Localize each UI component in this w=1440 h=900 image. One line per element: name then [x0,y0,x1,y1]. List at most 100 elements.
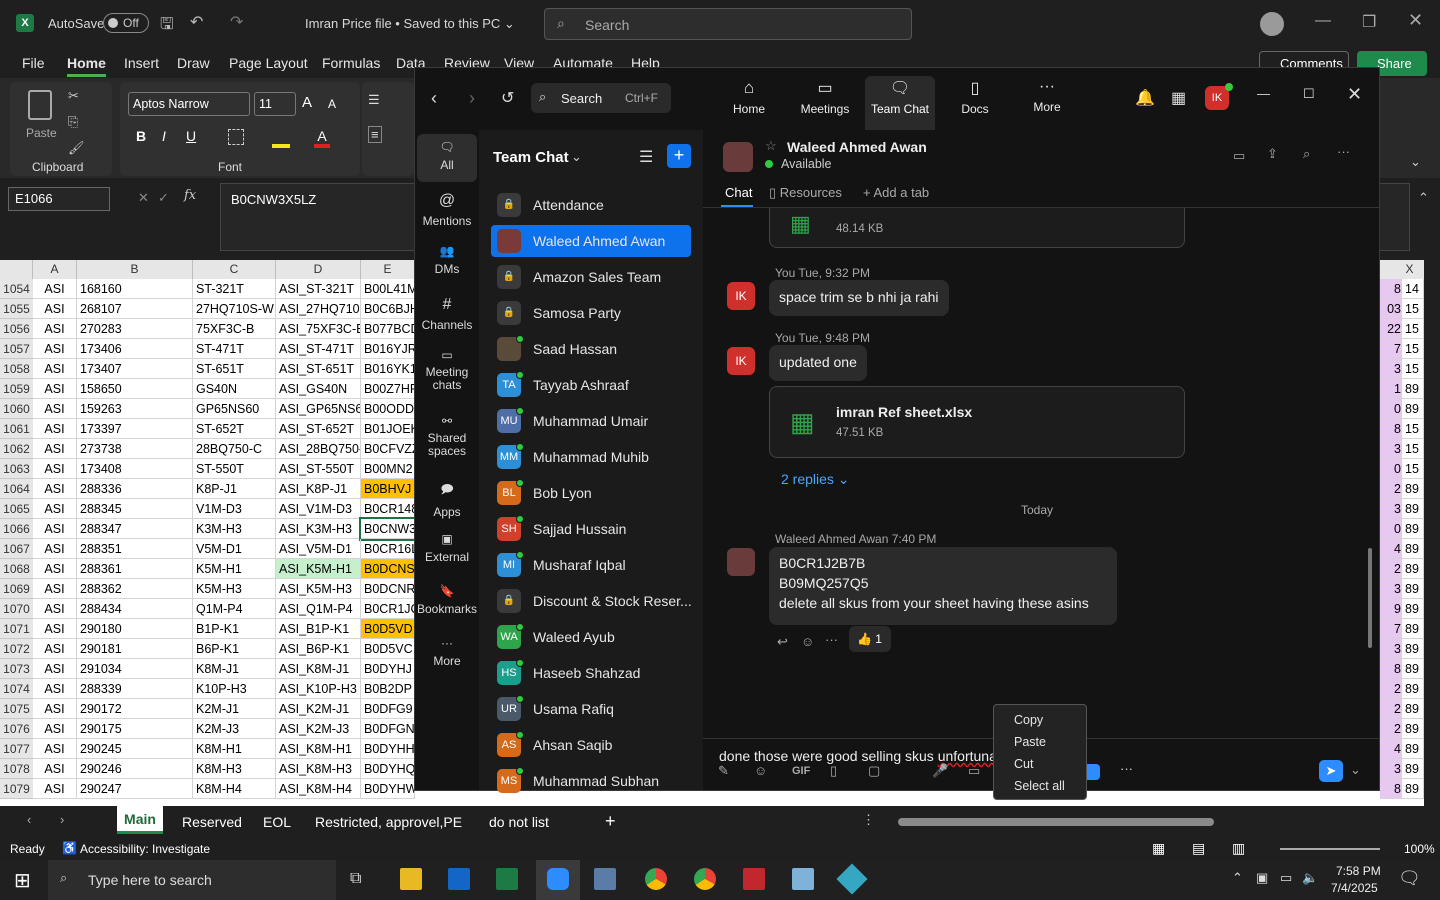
cell[interactable]: ASI_B1P-K1 [276,619,361,639]
cell[interactable]: ASI_K8M-H4 [276,779,361,799]
cell[interactable]: 8 [1380,279,1402,299]
cell[interactable]: ASI [33,779,77,799]
video-message-icon[interactable]: ▭ [968,763,980,779]
sheet-tab-eol[interactable]: EOL [263,814,291,830]
column-header[interactable]: C [193,260,276,279]
cell[interactable]: ASI_K2M-J3 [276,719,361,739]
nav-team-chat[interactable]: 🗨 Team Chat [865,76,935,130]
cell[interactable]: K2M-J1 [193,699,276,719]
cell[interactable]: 14 [1402,279,1424,299]
cell[interactable]: ASI [33,639,77,659]
cell[interactable]: 9 [1380,599,1402,619]
cell[interactable]: 89 [1402,399,1424,419]
tab-page-layout[interactable]: Page Layout [229,55,308,71]
cell[interactable]: ASI_K8M-H1 [276,739,361,759]
nav-meetings[interactable]: ▭ Meetings [795,78,855,130]
cell[interactable]: K8M-H4 [193,779,276,799]
screen-share-icon[interactable]: ⇪ [1267,146,1278,162]
context-select-all[interactable]: Select all [1014,779,1065,793]
cell[interactable]: B00L41M [361,279,415,299]
cell[interactable]: 8 [1380,419,1402,439]
cell[interactable]: ASI [33,339,77,359]
cell[interactable]: 3 [1380,439,1402,459]
row-header[interactable]: 1063 [0,459,33,479]
cell[interactable]: 0 [1380,519,1402,539]
format-icon[interactable]: ✎ [718,763,729,779]
cell[interactable]: 158650 [77,379,193,399]
row-header[interactable]: 1065 [0,499,33,519]
cell[interactable]: Q1M-P4 [193,599,276,619]
sheet-tab-reserved[interactable]: Reserved [182,814,242,830]
row-header[interactable]: 1077 [0,739,33,759]
back-icon[interactable]: ‹ [431,88,437,109]
cell[interactable]: B0DYHJ [361,659,415,679]
cell[interactable]: ST-471T [193,339,276,359]
paste-label[interactable]: Paste [26,126,57,140]
chat-list-item[interactable]: BL Bob Lyon [491,477,691,509]
rail-dms[interactable]: 👥 DMs [417,244,477,276]
row-header[interactable]: 1057 [0,339,33,359]
copy-icon[interactable]: ⎘ [68,114,78,130]
chat-list-item[interactable]: MS Muhammad Subhan [491,765,691,797]
cell[interactable]: 89 [1402,659,1424,679]
add-tab[interactable]: + Add a tab [863,185,929,200]
cell[interactable]: B0BHVJ [361,479,415,499]
cell[interactable]: 89 [1402,779,1424,799]
search-icon[interactable]: ⌕ [1303,146,1310,162]
cell[interactable]: ASI_ST-651T [276,359,361,379]
cell[interactable]: ASI [33,519,77,539]
zoom-level[interactable]: 100% [1404,842,1435,856]
cell[interactable]: V1M-D3 [193,499,276,519]
message-bubble[interactable]: B0CR1J2B7B B09MQ257Q5 delete all skus fr… [769,547,1117,625]
cell[interactable]: ASI_B6P-K1 [276,639,361,659]
column-header[interactable]: B [77,260,193,279]
cell[interactable]: ASI [33,599,77,619]
cell[interactable]: ASI_28BQ750- [276,439,361,459]
cell[interactable]: ASI_ST-550T [276,459,361,479]
column-header[interactable]: E [361,260,415,279]
cell[interactable]: 4 [1380,739,1402,759]
cell[interactable]: B6P-K1 [193,639,276,659]
cell[interactable]: 2 [1380,559,1402,579]
cell[interactable]: B0D5VC [361,639,415,659]
paste-icon[interactable] [28,90,52,120]
cell[interactable]: ASI_K10P-H3 [276,679,361,699]
cell[interactable]: K2M-J3 [193,719,276,739]
row-header[interactable]: 1054 [0,279,33,299]
app-icon[interactable] [792,868,814,890]
cell[interactable]: 1 [1380,379,1402,399]
screenshot-icon[interactable]: ▢ [868,763,880,779]
row-header[interactable]: 1074 [0,679,33,699]
chat-list-item[interactable]: MM Muhammad Muhib [491,441,691,473]
accessibility-icon[interactable]: ♿ [62,841,77,855]
cell[interactable]: ASI [33,679,77,699]
chat-list-item[interactable]: 🔒 Discount & Stock Reser... [491,585,692,617]
row-header[interactable]: 1069 [0,579,33,599]
mic-icon[interactable]: 🎤 [932,763,948,779]
cell[interactable]: 89 [1402,599,1424,619]
rail-apps[interactable]: 🗩 Apps [417,480,477,519]
cell[interactable]: 2 [1380,699,1402,719]
cell[interactable]: 2 [1380,479,1402,499]
cell[interactable]: ASI [33,619,77,639]
message-bubble[interactable]: space trim se b nhi ja rahi [769,280,949,316]
cell[interactable]: 288351 [77,539,193,559]
chat-list-item[interactable]: SH Sajjad Hussain [491,513,691,545]
chat-list-item[interactable]: 🔒 Samosa Party [491,297,691,329]
chat-list-item[interactable]: UR Usama Rafiq [491,693,691,725]
context-copy[interactable]: Copy [1014,713,1043,727]
cell[interactable]: ASI [33,459,77,479]
cell[interactable]: B0B2DP [361,679,415,699]
cell[interactable]: B0DFG9 [361,699,415,719]
gif-icon[interactable]: GIF [792,765,810,777]
cell[interactable]: 173406 [77,339,193,359]
cell[interactable]: ASI [33,699,77,719]
message-area[interactable]: ▦ 48.14 KB You Tue, 9:32 PM IK space tri… [703,208,1379,738]
cell[interactable]: 89 [1402,759,1424,779]
cell[interactable]: ASI_V5M-D1 [276,539,361,559]
chat-list-item[interactable]: WA Waleed Ayub [491,621,691,653]
cell[interactable]: K10P-H3 [193,679,276,699]
row-header[interactable]: 1071 [0,619,33,639]
cell[interactable]: 290172 [77,699,193,719]
row-header[interactable]: 1064 [0,479,33,499]
